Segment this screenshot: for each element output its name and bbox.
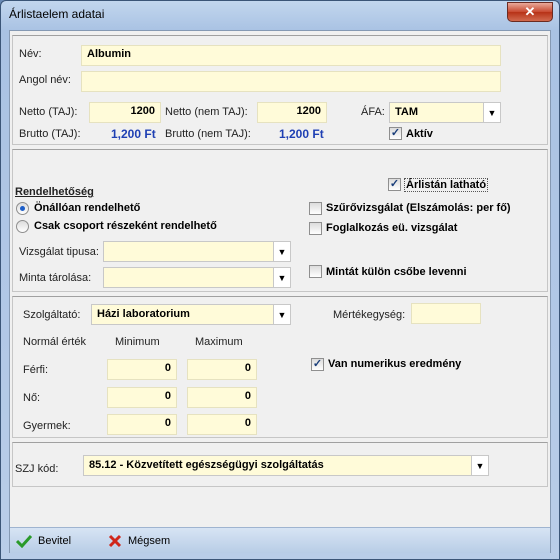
szj-value: 85.12 - Közvetített egészségügyi szolgál… [89, 459, 324, 471]
brutto-taj-value: 1,200 Ft [111, 127, 156, 141]
gyermek-label: Gyermek: [23, 420, 71, 432]
vizsgalat-tipus-select[interactable]: ▼ [103, 241, 291, 262]
no-label: Nő: [23, 392, 41, 404]
dialog-body: Név: Albumin Angol név: Netto (TAJ): 120… [9, 30, 551, 553]
brutto-nem-taj-value: 1,200 Ft [279, 127, 324, 141]
minta-kulon-label: Mintát külön csőbe levenni [326, 266, 467, 278]
chevron-down-icon[interactable]: ▼ [471, 456, 488, 475]
netto-taj-label: Netto (TAJ): [19, 106, 78, 118]
szolgaltato-panel: Szolgáltató: Házi laboratorium ▼ Mértéke… [12, 296, 548, 438]
cancel-x-icon [108, 534, 122, 548]
general-panel: Név: Albumin Angol név: Netto (TAJ): 120… [12, 35, 548, 145]
bevitel-label: Bevitel [38, 535, 72, 547]
brutto-taj-label: Brutto (TAJ): [19, 128, 81, 140]
szuro-checkbox[interactable] [309, 202, 322, 215]
ferfi-label: Férfi: [23, 364, 49, 376]
button-bar: Bevitel Mégsem [10, 527, 550, 553]
foglalkozas-label: Foglalkozás eü. vizsgálat [326, 222, 458, 234]
check-icon: ✓ [312, 358, 323, 370]
dialog-window: Árlistaelem adatai ✕ Név: Albumin Angol … [0, 0, 560, 560]
mertekegyseg-label: Mértékegység: [333, 309, 406, 321]
nev-label: Név: [19, 48, 42, 60]
megsem-button[interactable]: Mégsem [108, 532, 170, 550]
netto-nem-taj-label: Netto (nem TAJ): [165, 106, 248, 118]
close-button[interactable]: ✕ [507, 2, 553, 22]
minta-kulon-checkbox[interactable] [309, 265, 322, 278]
aktiv-label: Aktív [406, 128, 433, 140]
check-icon: ✓ [390, 127, 401, 139]
rendelhetoseg-panel: ✓ Árlistán latható Rendelhetőség Önállóa… [12, 149, 548, 292]
onallo-label: Önállóan rendelhető [34, 202, 141, 214]
szolgaltato-label: Szolgáltató: [23, 309, 81, 321]
netto-taj-field[interactable]: 1200 [89, 102, 161, 123]
minta-tarolas-select[interactable]: ▼ [103, 267, 291, 288]
chevron-down-icon[interactable]: ▼ [273, 242, 290, 261]
numerikus-checkbox[interactable]: ✓ [311, 358, 324, 371]
aktiv-checkbox[interactable]: ✓ [389, 127, 402, 140]
ferfi-min-field[interactable]: 0 [107, 359, 177, 380]
onallo-radio[interactable] [16, 202, 29, 215]
szj-label: SZJ kód: [15, 463, 59, 475]
chevron-down-icon[interactable]: ▼ [273, 305, 290, 324]
csoport-label: Csak csoport részeként rendelhető [34, 220, 217, 232]
szolgaltato-value: Házi laboratorium [97, 308, 190, 320]
ferfi-max-field[interactable]: 0 [187, 359, 257, 380]
bevitel-button[interactable]: Bevitel [16, 532, 71, 550]
szj-select[interactable]: 85.12 - Közvetített egészségügyi szolgál… [83, 455, 489, 476]
szj-panel: SZJ kód: 85.12 - Közvetített egészségügy… [12, 442, 548, 487]
angol-nev-label: Angol név: [19, 74, 71, 86]
arlistan-checkbox[interactable]: ✓ [388, 178, 401, 191]
afa-select[interactable]: TAM ▼ [389, 102, 501, 123]
close-icon: ✕ [524, 4, 536, 19]
afa-label: ÁFA: [361, 106, 385, 118]
minta-tarolas-label: Minta tárolása: [19, 272, 92, 284]
minimum-label: Minimum [115, 336, 160, 348]
szolgaltato-select[interactable]: Házi laboratorium ▼ [91, 304, 291, 325]
window-title: Árlistaelem adatai [9, 7, 105, 21]
title-bar[interactable]: Árlistaelem adatai ✕ [1, 1, 559, 29]
gyermek-max-field[interactable]: 0 [187, 414, 257, 435]
vizsgalat-tipus-label: Vizsgálat tipusa: [19, 246, 99, 258]
normal-ertek-label: Normál érték [23, 336, 86, 348]
chevron-down-icon[interactable]: ▼ [273, 268, 290, 287]
gyermek-min-field[interactable]: 0 [107, 414, 177, 435]
chevron-down-icon[interactable]: ▼ [483, 103, 500, 122]
netto-nem-taj-field[interactable]: 1200 [257, 102, 327, 123]
no-min-field[interactable]: 0 [107, 387, 177, 408]
numerikus-label: Van numerikus eredmény [328, 358, 462, 370]
csoport-radio[interactable] [16, 220, 29, 233]
rendelhetoseg-heading: Rendelhetőség [15, 186, 94, 198]
arlistan-label: Árlistán latható [404, 178, 489, 192]
angol-nev-field[interactable] [81, 71, 501, 92]
check-icon: ✓ [389, 178, 400, 190]
no-max-field[interactable]: 0 [187, 387, 257, 408]
maximum-label: Maximum [195, 336, 243, 348]
szuro-label: Szűrővizsgálat (Elszámolás: per fő) [326, 202, 511, 214]
megsem-label: Mégsem [128, 535, 171, 547]
foglalkozas-checkbox[interactable] [309, 222, 322, 235]
checkmark-icon [16, 534, 32, 548]
nev-field[interactable]: Albumin [81, 45, 501, 66]
afa-value: TAM [395, 106, 419, 118]
brutto-nem-taj-label: Brutto (nem TAJ): [165, 128, 251, 140]
mertekegyseg-field[interactable] [411, 303, 481, 324]
